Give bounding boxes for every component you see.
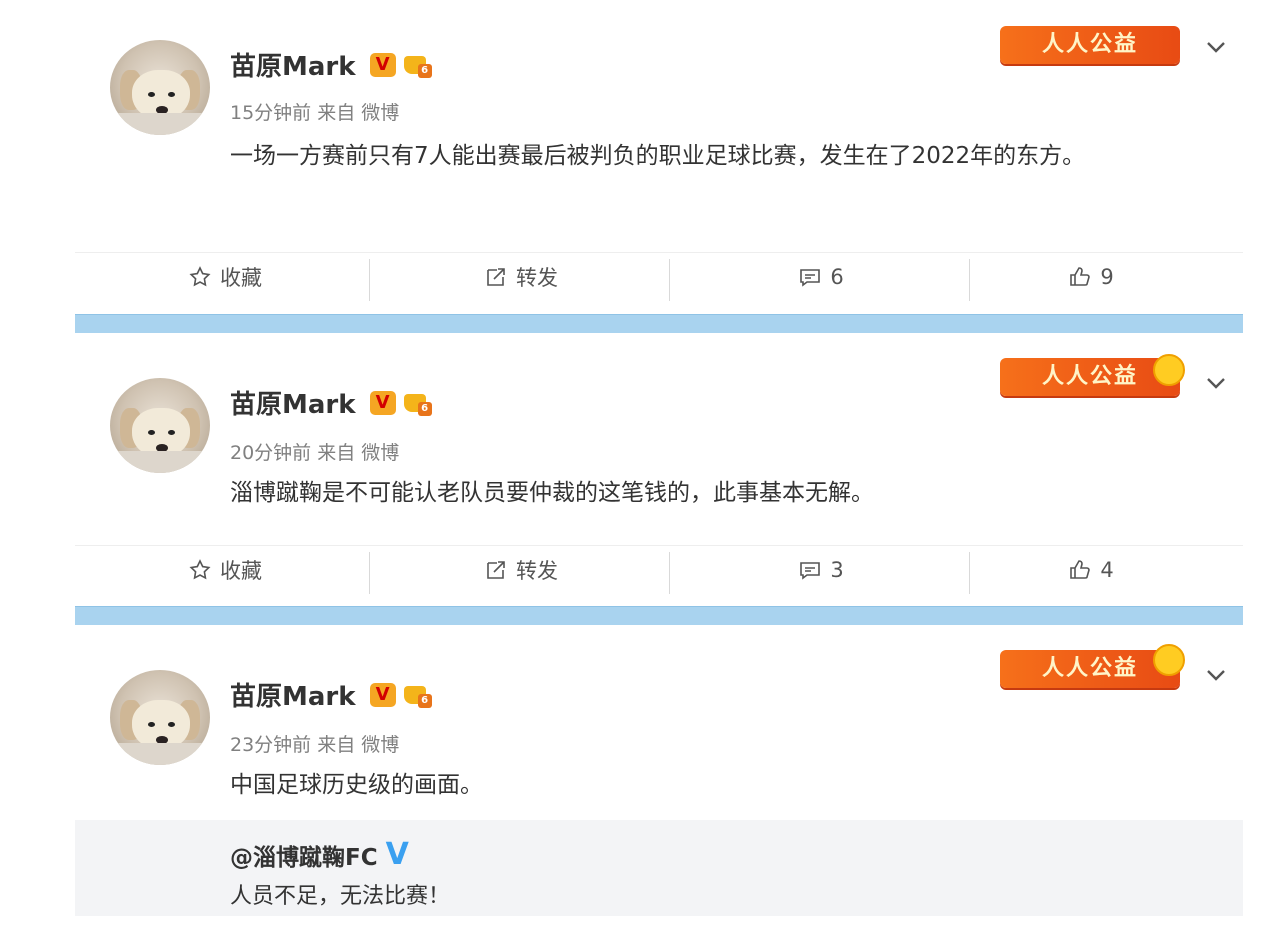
post-1: 苗原Mark V 6 15分钟前 来自 微博 一场一方赛前只有7人能出赛最后被判… [75, 0, 1243, 301]
repost-label: 转发 [516, 559, 558, 583]
repost-button[interactable]: 转发 [371, 253, 671, 301]
charity-tag[interactable]: 人人公益 [1000, 26, 1180, 64]
post-text: 一场一方赛前只有7人能出赛最后被判负的职业足球比赛，发生在了2022年的东方。 [230, 143, 1086, 169]
favorite-label: 收藏 [220, 559, 262, 583]
post-meta: 20分钟前 来自 微博 [230, 442, 400, 464]
favorite-button[interactable]: 收藏 [75, 546, 375, 594]
comment-icon [800, 562, 821, 580]
quoted-text: 人员不足，无法比赛！ [230, 884, 451, 909]
avatar[interactable] [110, 670, 210, 765]
author-name-text[interactable]: 苗原Mark [230, 676, 356, 713]
like-button[interactable]: 9 [941, 253, 1241, 301]
post-divider [75, 606, 1243, 625]
post-3: 苗原Mark V 6 23分钟前 来自 微博 中国足球历史级的画面。 人人公益 [75, 626, 1243, 826]
favorite-label: 收藏 [220, 266, 262, 290]
avatar[interactable] [110, 378, 210, 473]
verified-badge-icon: V [369, 52, 396, 77]
author-name-text[interactable]: 苗原Mark [230, 384, 356, 421]
chevron-down-icon[interactable] [1205, 664, 1227, 686]
star-icon [189, 559, 211, 580]
repost-label: 转发 [516, 266, 558, 290]
verified-badge-icon: V [369, 682, 396, 707]
comment-icon [800, 269, 821, 287]
like-count: 4 [1100, 558, 1114, 582]
thumbs-up-icon [1070, 560, 1091, 579]
share-icon [487, 268, 505, 286]
favorite-button[interactable]: 收藏 [75, 253, 375, 301]
crown-level-icon: 6 [402, 682, 432, 708]
like-button[interactable]: 4 [941, 546, 1241, 594]
action-bar: 收藏 转发 6 9 [75, 252, 1243, 301]
sun-icon [1153, 644, 1185, 676]
post-2: 苗原Mark V 6 20分钟前 来自 微博 淄博蹴鞠是不可能认老队员要仲裁的这… [75, 334, 1243, 594]
action-bar: 收藏 转发 3 4 [75, 545, 1243, 594]
quoted-author[interactable]: @淄博蹴鞠FC V [230, 838, 409, 872]
star-icon [189, 266, 211, 287]
blue-verified-icon: V [385, 837, 409, 872]
post-text: 中国足球历史级的画面。 [230, 772, 483, 798]
post-meta: 23分钟前 来自 微博 [230, 734, 400, 756]
share-icon [487, 561, 505, 579]
comment-count: 3 [830, 558, 844, 582]
like-count: 9 [1100, 265, 1114, 289]
sun-icon [1153, 354, 1185, 386]
quoted-post[interactable]: @淄博蹴鞠FC V 人员不足，无法比赛！ [75, 820, 1243, 916]
crown-level-icon: 6 [402, 52, 432, 78]
chevron-down-icon[interactable] [1205, 372, 1227, 394]
thumbs-up-icon [1070, 267, 1091, 286]
author-name[interactable]: 苗原Mark V 6 [230, 384, 432, 421]
repost-button[interactable]: 转发 [371, 546, 671, 594]
crown-level-icon: 6 [402, 390, 432, 416]
author-name-text[interactable]: 苗原Mark [230, 46, 356, 83]
comment-button[interactable]: 6 [671, 253, 971, 301]
chevron-down-icon[interactable] [1205, 36, 1227, 58]
author-name[interactable]: 苗原Mark V 6 [230, 46, 432, 83]
post-text: 淄博蹴鞠是不可能认老队员要仲裁的这笔钱的，此事基本无解。 [230, 480, 874, 506]
comment-button[interactable]: 3 [671, 546, 971, 594]
quoted-author-text[interactable]: @淄博蹴鞠FC [230, 838, 378, 872]
verified-badge-icon: V [369, 390, 396, 415]
comment-count: 6 [830, 265, 844, 289]
post-divider [75, 314, 1243, 333]
author-name[interactable]: 苗原Mark V 6 [230, 676, 432, 713]
avatar[interactable] [110, 40, 210, 135]
post-meta: 15分钟前 来自 微博 [230, 102, 400, 124]
